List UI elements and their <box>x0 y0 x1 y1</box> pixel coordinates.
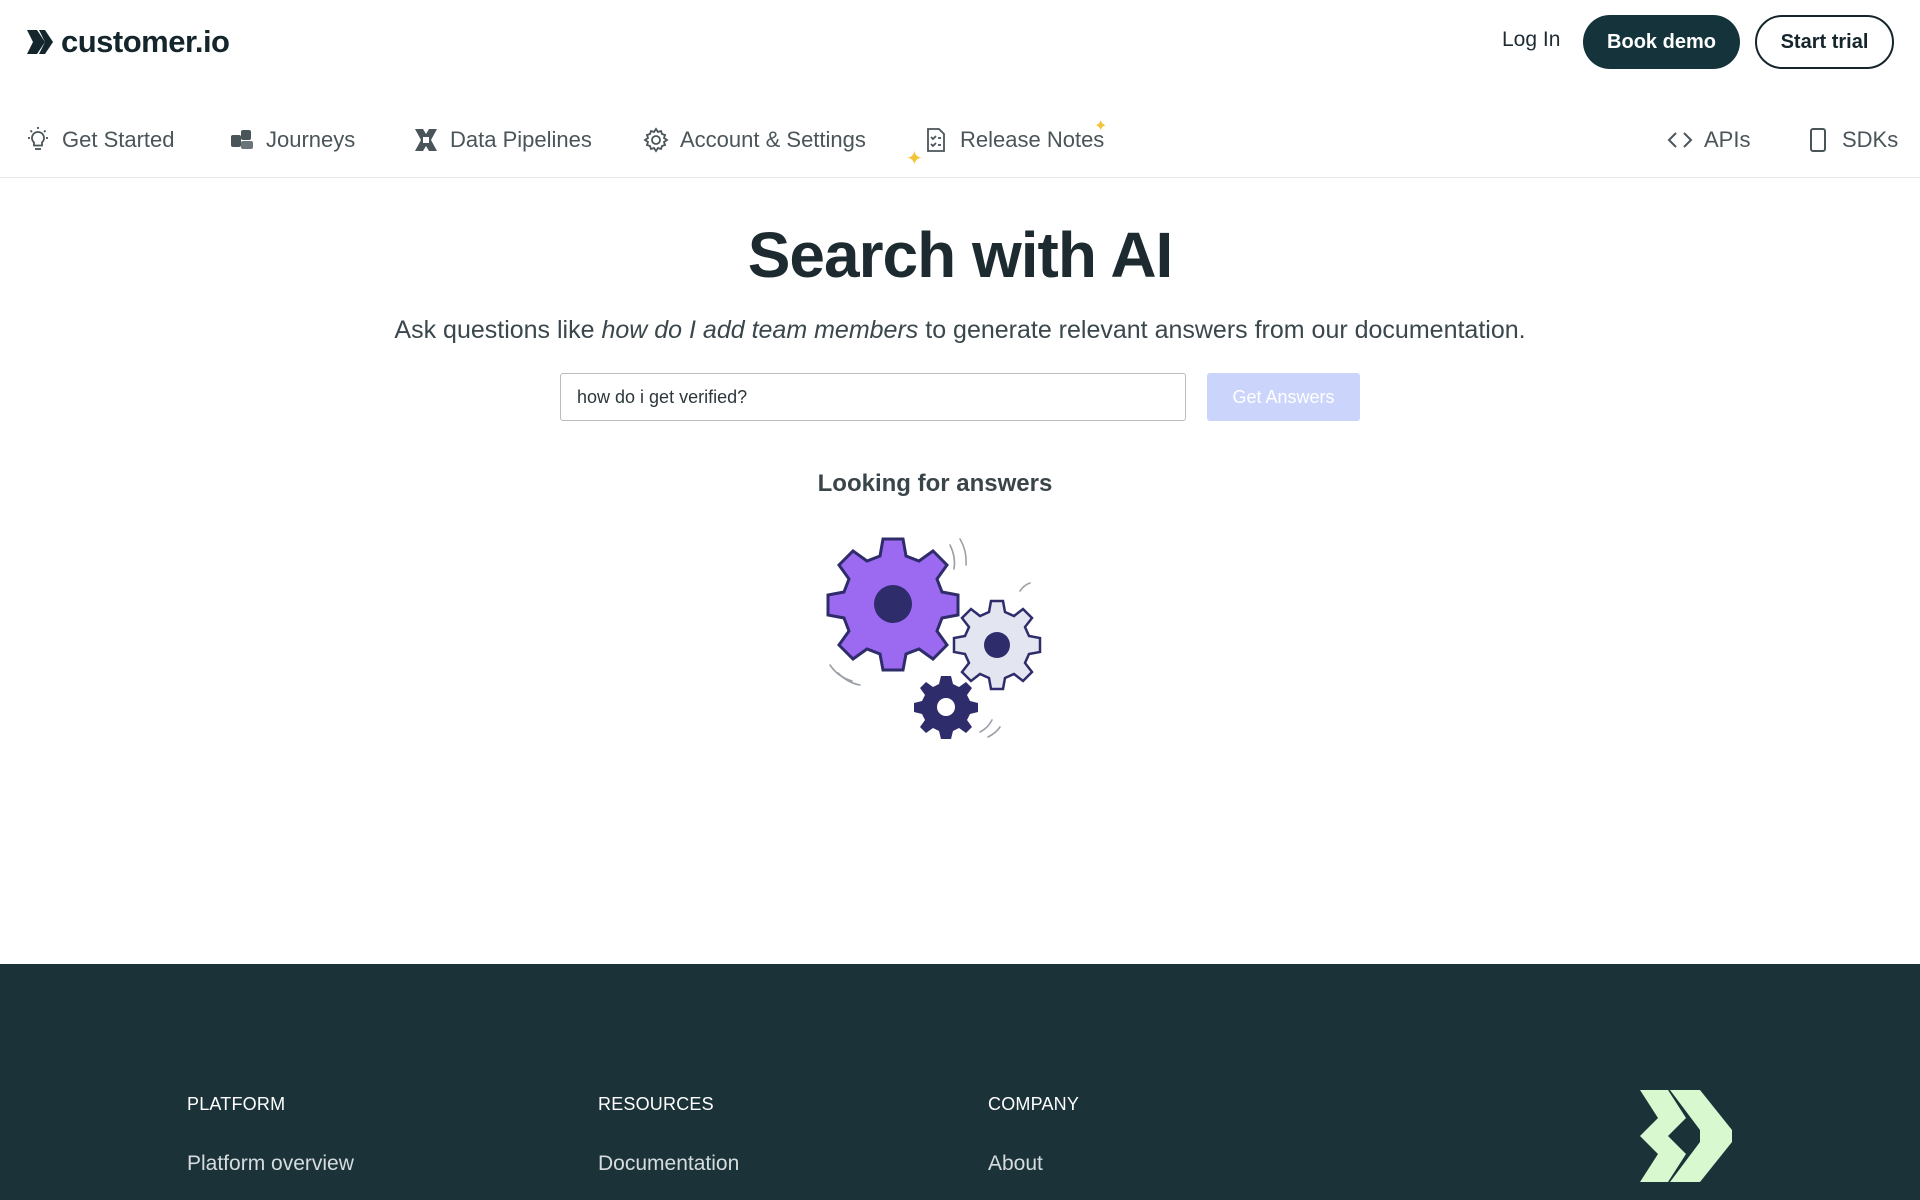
nav-item-data-pipelines[interactable]: Data Pipelines <box>412 126 592 154</box>
nav-item-apis[interactable]: APIs <box>1666 126 1750 154</box>
search-input[interactable] <box>560 373 1186 421</box>
site-footer: PLATFORM Platform overview RESOURCES Doc… <box>0 964 1920 1200</box>
nav-item-release-notes[interactable]: Release Notes <box>922 126 1104 154</box>
book-demo-button[interactable]: Book demo <box>1583 15 1740 69</box>
lightbulb-icon <box>28 127 48 150</box>
sparkle-icon: ✦ <box>1094 118 1108 135</box>
journeys-icon <box>231 130 253 149</box>
top-header: customer.io Log In Book demo Start trial <box>0 0 1920 86</box>
nav-label: Get Started <box>62 127 175 152</box>
footer-heading-platform: PLATFORM <box>187 1094 286 1114</box>
subtitle-suffix: to generate relevant answers from our do… <box>918 316 1526 344</box>
gears-loading-icon <box>826 537 1042 739</box>
footer-heading-resources: RESOURCES <box>598 1094 714 1114</box>
checklist-icon <box>927 128 945 152</box>
nav-label: Data Pipelines <box>450 127 592 152</box>
page-title: Search with AI <box>747 219 1174 291</box>
start-trial-button[interactable]: Start trial <box>1755 15 1894 69</box>
login-link[interactable]: Log In <box>1502 28 1560 52</box>
footer-heading-company: COMPANY <box>988 1094 1080 1114</box>
logo-text: customer.io <box>61 24 230 59</box>
phone-icon <box>1810 128 1826 152</box>
nav-item-journeys[interactable]: Journeys <box>228 126 355 154</box>
nav-label: APIs <box>1704 127 1751 152</box>
nav-label: Account & Settings <box>680 127 866 152</box>
get-answers-button[interactable]: Get Answers <box>1207 373 1360 421</box>
footer-link-documentation[interactable]: Documentation <box>598 1152 739 1176</box>
main-nav: Get Started Journeys Data Pipelines Acco… <box>0 118 1920 178</box>
nav-label: SDKs <box>1842 127 1899 152</box>
footer-link-about[interactable]: About <box>988 1152 1043 1176</box>
logo[interactable]: customer.io <box>25 24 230 60</box>
subtitle-prefix: Ask questions like <box>394 316 602 344</box>
pipelines-icon <box>415 129 437 151</box>
gear-icon <box>643 127 669 153</box>
nav-item-get-started[interactable]: Get Started <box>24 126 175 154</box>
sparkle-icon: ✦ <box>906 148 923 170</box>
nav-item-account-settings[interactable]: Account & Settings <box>642 126 866 154</box>
footer-logo-icon <box>1640 1090 1732 1182</box>
footer-link-platform-overview[interactable]: Platform overview <box>187 1152 354 1176</box>
nav-label: Journeys <box>266 127 356 152</box>
loading-status: Looking for answers <box>817 470 1053 497</box>
logo-mark-icon <box>27 30 53 54</box>
code-icon <box>1667 132 1693 148</box>
nav-label: Release Notes <box>960 127 1105 152</box>
subtitle-example: how do I add team members <box>601 316 919 344</box>
page-subtitle: Ask questions like how do I add team mem… <box>0 316 1920 345</box>
nav-item-sdks[interactable]: SDKs <box>1804 126 1898 154</box>
